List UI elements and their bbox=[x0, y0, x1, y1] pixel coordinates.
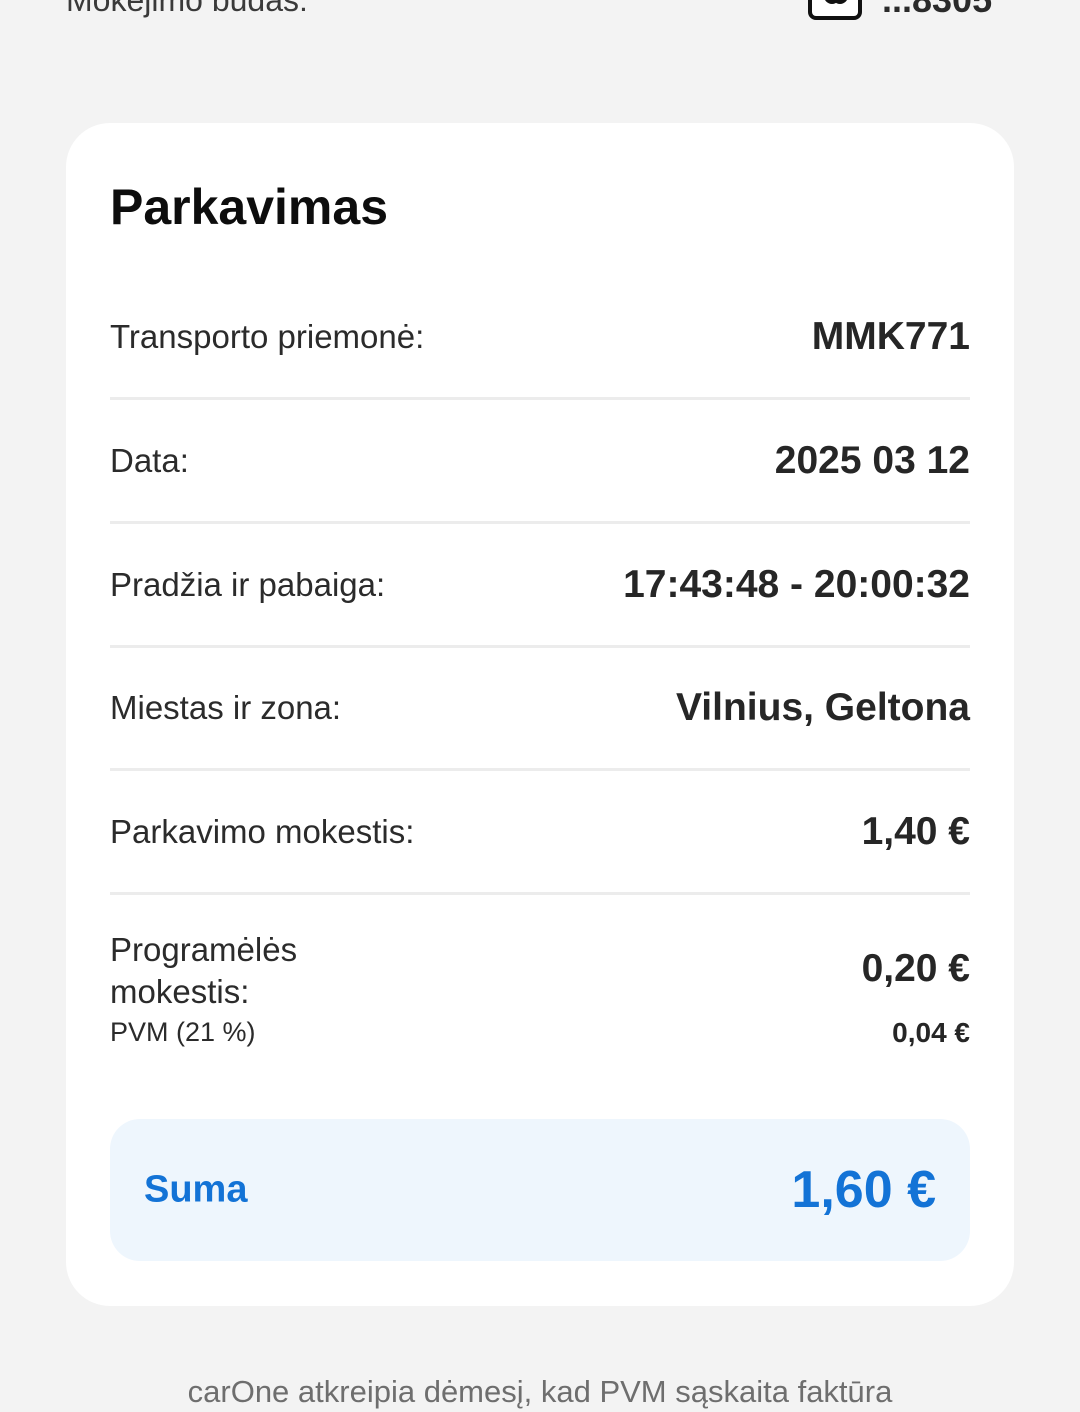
payment-method-row: Mokėjimo būdas: ...8305 bbox=[0, 0, 1080, 22]
parking-fee-row: Parkavimo mokestis: 1,40 € bbox=[110, 771, 970, 895]
time-range-label: Pradžia ir pabaiga: bbox=[110, 565, 386, 603]
time-range-value: 17:43:48 - 20:00:32 bbox=[623, 562, 970, 606]
date-row: Data: 2025 03 12 bbox=[110, 400, 970, 524]
city-zone-row: Miestas ir zona: Vilnius, Geltona bbox=[110, 647, 970, 771]
receipt-title: Parkavimas bbox=[110, 179, 389, 235]
vehicle-row: Transporto priemonė: MMK771 bbox=[110, 276, 970, 400]
parking-fee-value: 1,40 € bbox=[861, 809, 970, 853]
vat-label: PVM (21 %) bbox=[110, 1017, 256, 1047]
app-fee-value: 0,20 € bbox=[861, 947, 970, 990]
app-fee-label: Programėlės mokestis: bbox=[110, 931, 298, 1010]
app-fee-row: Programėlės mokestis: 0,20 € PVM (21 %) … bbox=[110, 923, 970, 1063]
total-sum-box: Suma 1,60 € bbox=[110, 1119, 970, 1261]
vehicle-value: MMK771 bbox=[811, 314, 970, 358]
vat-invoice-note: carOne atkreipia dėmesį, kad PVM sąskait… bbox=[187, 1374, 893, 1409]
total-label: Suma bbox=[144, 1168, 248, 1211]
parking-fee-label: Parkavimo mokestis: bbox=[110, 812, 415, 850]
parking-receipt-card: Parkavimas Transporto priemonė: MMK771 D… bbox=[66, 123, 1014, 1306]
card-number-masked: ...8305 bbox=[882, 0, 992, 22]
city-zone-value: Vilnius, Geltona bbox=[675, 685, 970, 729]
payment-method-label: Mokėjimo būdas: bbox=[66, 0, 308, 18]
vat-value: 0,04 € bbox=[892, 1017, 970, 1048]
vehicle-label: Transporto priemonė: bbox=[110, 317, 425, 355]
date-label: Data: bbox=[110, 441, 189, 479]
time-range-row: Pradžia ir pabaiga: 17:43:48 - 20:00:32 bbox=[110, 524, 970, 648]
mastercard-icon bbox=[808, 0, 862, 20]
date-value: 2025 03 12 bbox=[774, 438, 970, 482]
city-zone-label: Miestas ir zona: bbox=[110, 688, 342, 726]
total-value: 1,60 € bbox=[791, 1161, 936, 1219]
